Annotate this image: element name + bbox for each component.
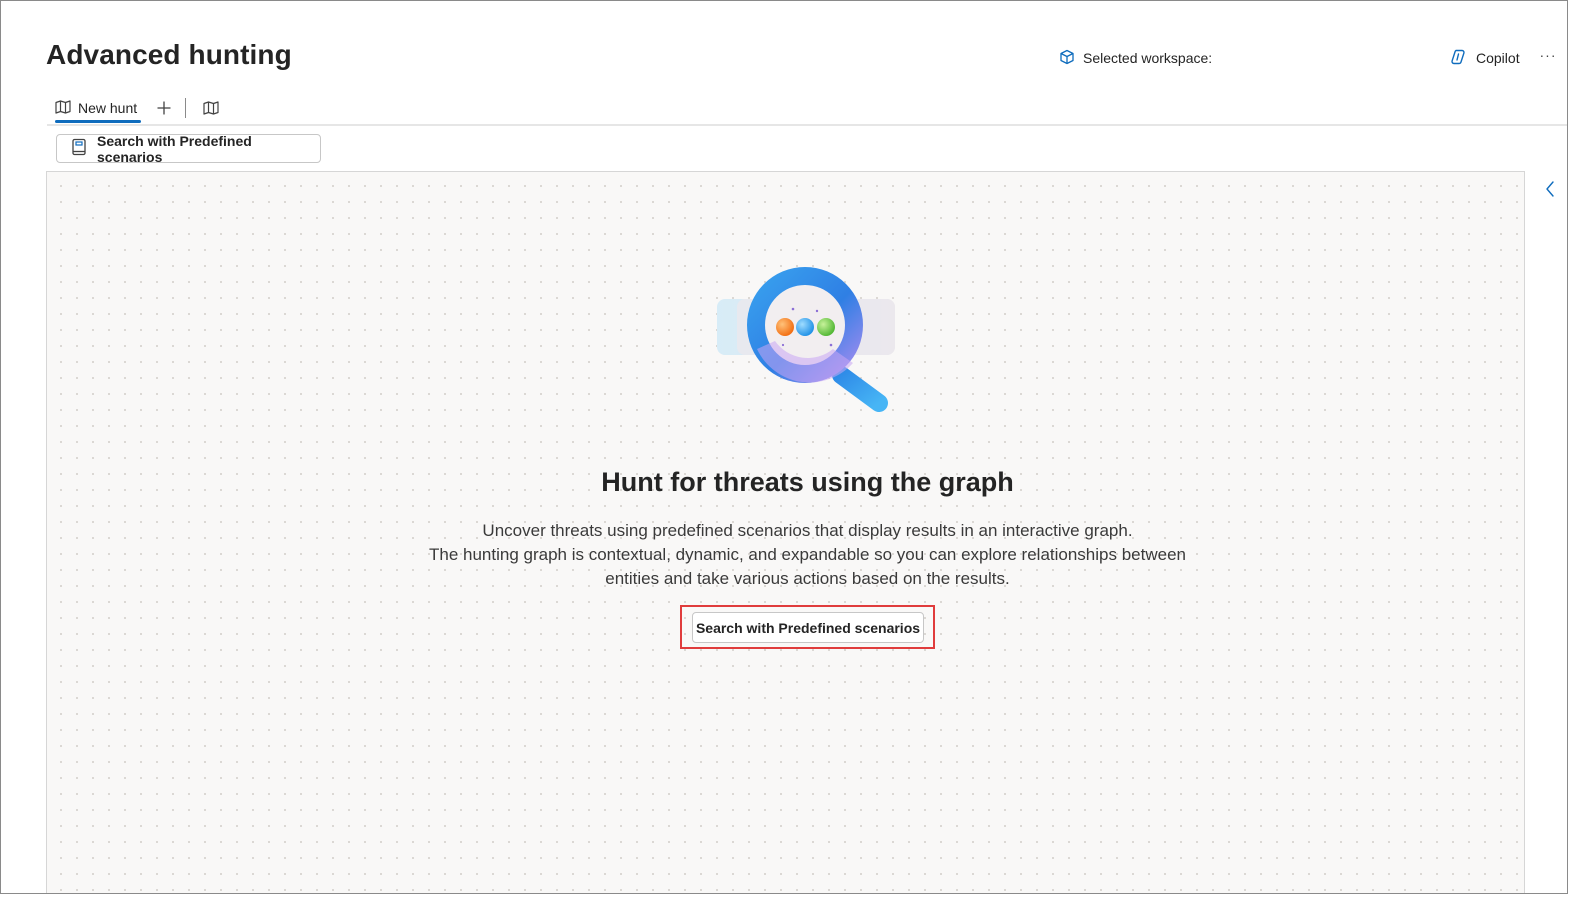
tab-new-hunt[interactable]: New hunt (47, 91, 142, 125)
tab-divider (185, 98, 187, 118)
app-frame: Advanced hunting Selected workspace: Cop… (0, 0, 1568, 894)
more-options-button[interactable]: ··· (1537, 47, 1559, 67)
tabs-divider (47, 124, 1567, 126)
magnifier-graph-illustration (713, 253, 903, 418)
description-line: Uncover threats using predefined scenari… (482, 521, 1133, 540)
hunt-tabs: New hunt (47, 91, 1567, 125)
copilot-icon (1450, 48, 1468, 69)
tab-label: New hunt (78, 100, 138, 116)
cube-icon (1059, 49, 1075, 68)
chevron-left-icon (1546, 181, 1554, 197)
empty-state-description: Uncover threats using predefined scenari… (46, 519, 1567, 591)
copilot-label: Copilot (1476, 50, 1520, 66)
page-title: Advanced hunting (46, 39, 292, 70)
plus-icon (157, 101, 171, 115)
book-icon (71, 138, 87, 159)
collapse-panel-button[interactable] (1541, 179, 1559, 199)
map-icon (203, 101, 219, 115)
add-tab-button[interactable] (153, 97, 175, 119)
workspace-label: Selected workspace: (1083, 50, 1213, 66)
workspace-selector[interactable]: Selected workspace: (1059, 49, 1212, 67)
predefined-scenarios-toolbar-button[interactable]: Search with Predefined scenarios (56, 132, 321, 165)
copilot-button[interactable]: Copilot (1450, 49, 1520, 67)
empty-state-title: Hunt for threats using the graph (601, 467, 1014, 497)
predefined-scenarios-button[interactable]: Search with Predefined scenarios (692, 612, 924, 643)
map-view-button[interactable] (200, 97, 222, 119)
description-line: entities and take various actions based … (605, 569, 1010, 588)
toolbar-button-label: Search with Predefined scenarios (97, 132, 252, 165)
description-line: The hunting graph is contextual, dynamic… (429, 545, 1186, 564)
map-icon (55, 99, 71, 117)
